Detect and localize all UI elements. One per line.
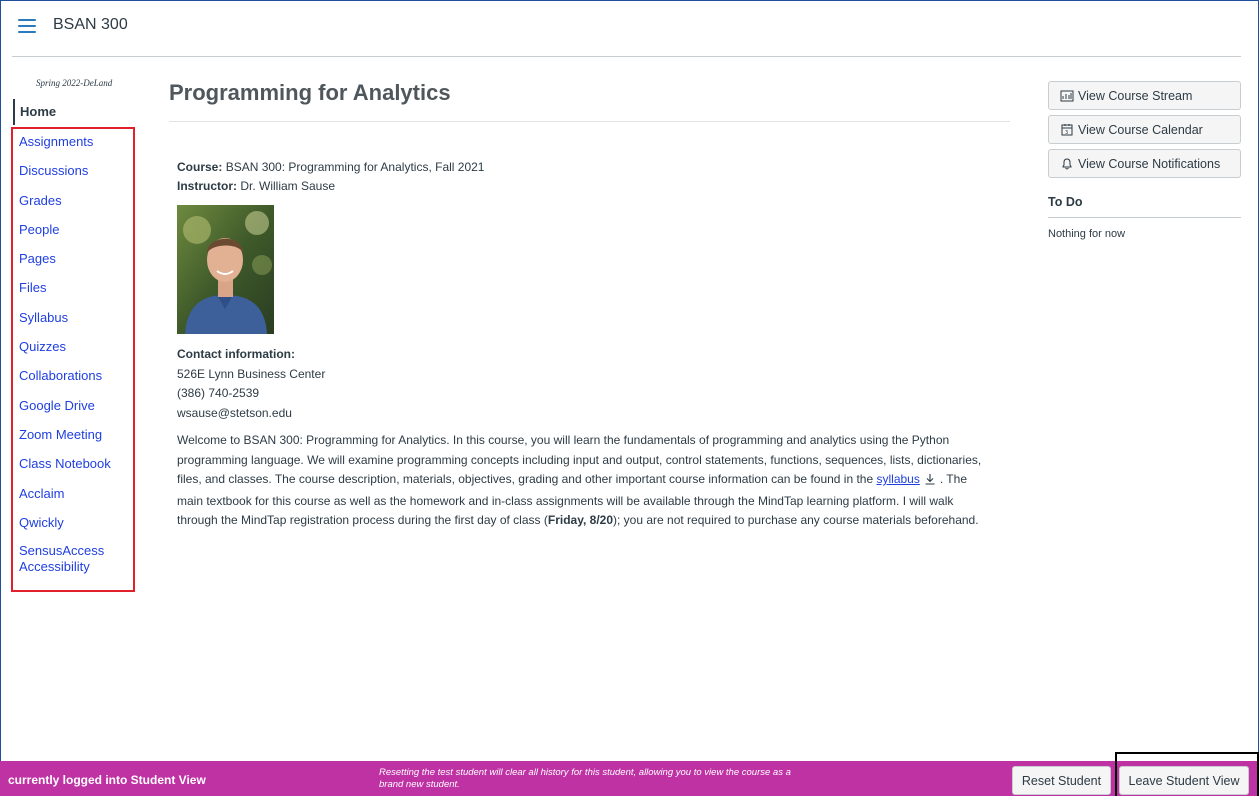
course-breadcrumb[interactable]: BSAN 300 xyxy=(53,16,128,34)
nav-grades[interactable]: Grades xyxy=(19,192,119,221)
calendar-icon: 3 xyxy=(1061,124,1073,136)
nav-class-notebook[interactable]: Class Notebook xyxy=(19,455,119,484)
nav-assignments[interactable]: Assignments xyxy=(19,133,119,162)
nav-sensusaccess[interactable]: SensusAccess Accessibility xyxy=(19,543,119,574)
instructor-photo xyxy=(177,205,274,334)
student-view-status: currently logged into Student View xyxy=(8,773,206,787)
contact-office: 526E Lynn Business Center xyxy=(177,366,326,381)
page-title: Programming for Analytics xyxy=(169,80,451,105)
reset-student-note: Resetting the test student will clear al… xyxy=(379,767,791,790)
todo-divider xyxy=(1048,217,1241,218)
title-divider xyxy=(169,121,1010,122)
welcome-date: Friday, 8/20 xyxy=(547,513,614,527)
contact-heading: Contact information: xyxy=(177,347,295,361)
syllabus-link[interactable]: syllabus xyxy=(877,472,920,486)
hamburger-menu-icon[interactable] xyxy=(18,19,36,35)
view-course-calendar-label: View Course Calendar xyxy=(1078,122,1203,137)
nav-qwickly[interactable]: Qwickly xyxy=(19,514,119,543)
nav-syllabus[interactable]: Syllabus xyxy=(19,309,119,338)
view-course-stream-button[interactable]: View Course Stream xyxy=(1048,81,1241,110)
contact-information: Contact information: 526E Lynn Business … xyxy=(177,345,325,423)
leave-student-view-highlight-box xyxy=(1115,752,1259,796)
view-course-notifications-button[interactable]: View Course Notifications xyxy=(1048,149,1241,178)
view-course-stream-label: View Course Stream xyxy=(1078,88,1193,103)
nav-collaborations[interactable]: Collaborations xyxy=(19,367,119,396)
nav-files[interactable]: Files xyxy=(19,279,119,308)
nav-google-drive[interactable]: Google Drive xyxy=(19,397,119,426)
view-course-notifications-label: View Course Notifications xyxy=(1078,156,1221,171)
term-label: Spring 2022-DeLand xyxy=(36,78,113,88)
welcome-text-1: Welcome to BSAN 300: Programming for Ana… xyxy=(177,433,982,486)
bell-icon xyxy=(1062,158,1072,170)
reset-student-button[interactable]: Reset Student xyxy=(1012,766,1111,795)
todo-heading: To Do xyxy=(1048,195,1083,209)
header-divider xyxy=(12,56,1241,57)
course-value: BSAN 300: Programming for Analytics, Fal… xyxy=(225,160,485,174)
nav-pages[interactable]: Pages xyxy=(19,250,119,279)
instructor-label: Instructor: xyxy=(177,179,237,193)
nav-home[interactable]: Home xyxy=(13,99,56,125)
top-bar: BSAN 300 xyxy=(0,0,1259,56)
student-view-bar: currently logged into Student View Reset… xyxy=(0,761,1259,796)
instructor-value: Dr. William Sause xyxy=(240,179,336,193)
contact-email: wsause@stetson.edu xyxy=(177,405,292,420)
course-info: Course: BSAN 300: Programming for Analyt… xyxy=(177,160,484,174)
course-label: Course: xyxy=(177,160,223,174)
nav-quizzes[interactable]: Quizzes xyxy=(19,338,119,367)
view-course-calendar-button[interactable]: 3 View Course Calendar xyxy=(1048,115,1241,144)
course-nav: Assignments Discussions Grades People Pa… xyxy=(19,133,119,574)
todo-empty-message: Nothing for now xyxy=(1048,228,1126,240)
welcome-text-3: ); you are not required to purchase any … xyxy=(613,513,979,527)
download-icon[interactable] xyxy=(924,472,936,492)
instructor-info: Instructor: Dr. William Sause xyxy=(177,179,335,193)
nav-people[interactable]: People xyxy=(19,221,119,250)
contact-phone: (386) 740-2539 xyxy=(177,386,260,400)
stream-icon xyxy=(1060,90,1074,102)
nav-discussions[interactable]: Discussions xyxy=(19,162,119,191)
svg-text:3: 3 xyxy=(1065,130,1068,136)
welcome-paragraph: Welcome to BSAN 300: Programming for Ana… xyxy=(177,431,987,531)
nav-zoom-meeting[interactable]: Zoom Meeting xyxy=(19,426,119,455)
nav-acclaim[interactable]: Acclaim xyxy=(19,485,119,514)
